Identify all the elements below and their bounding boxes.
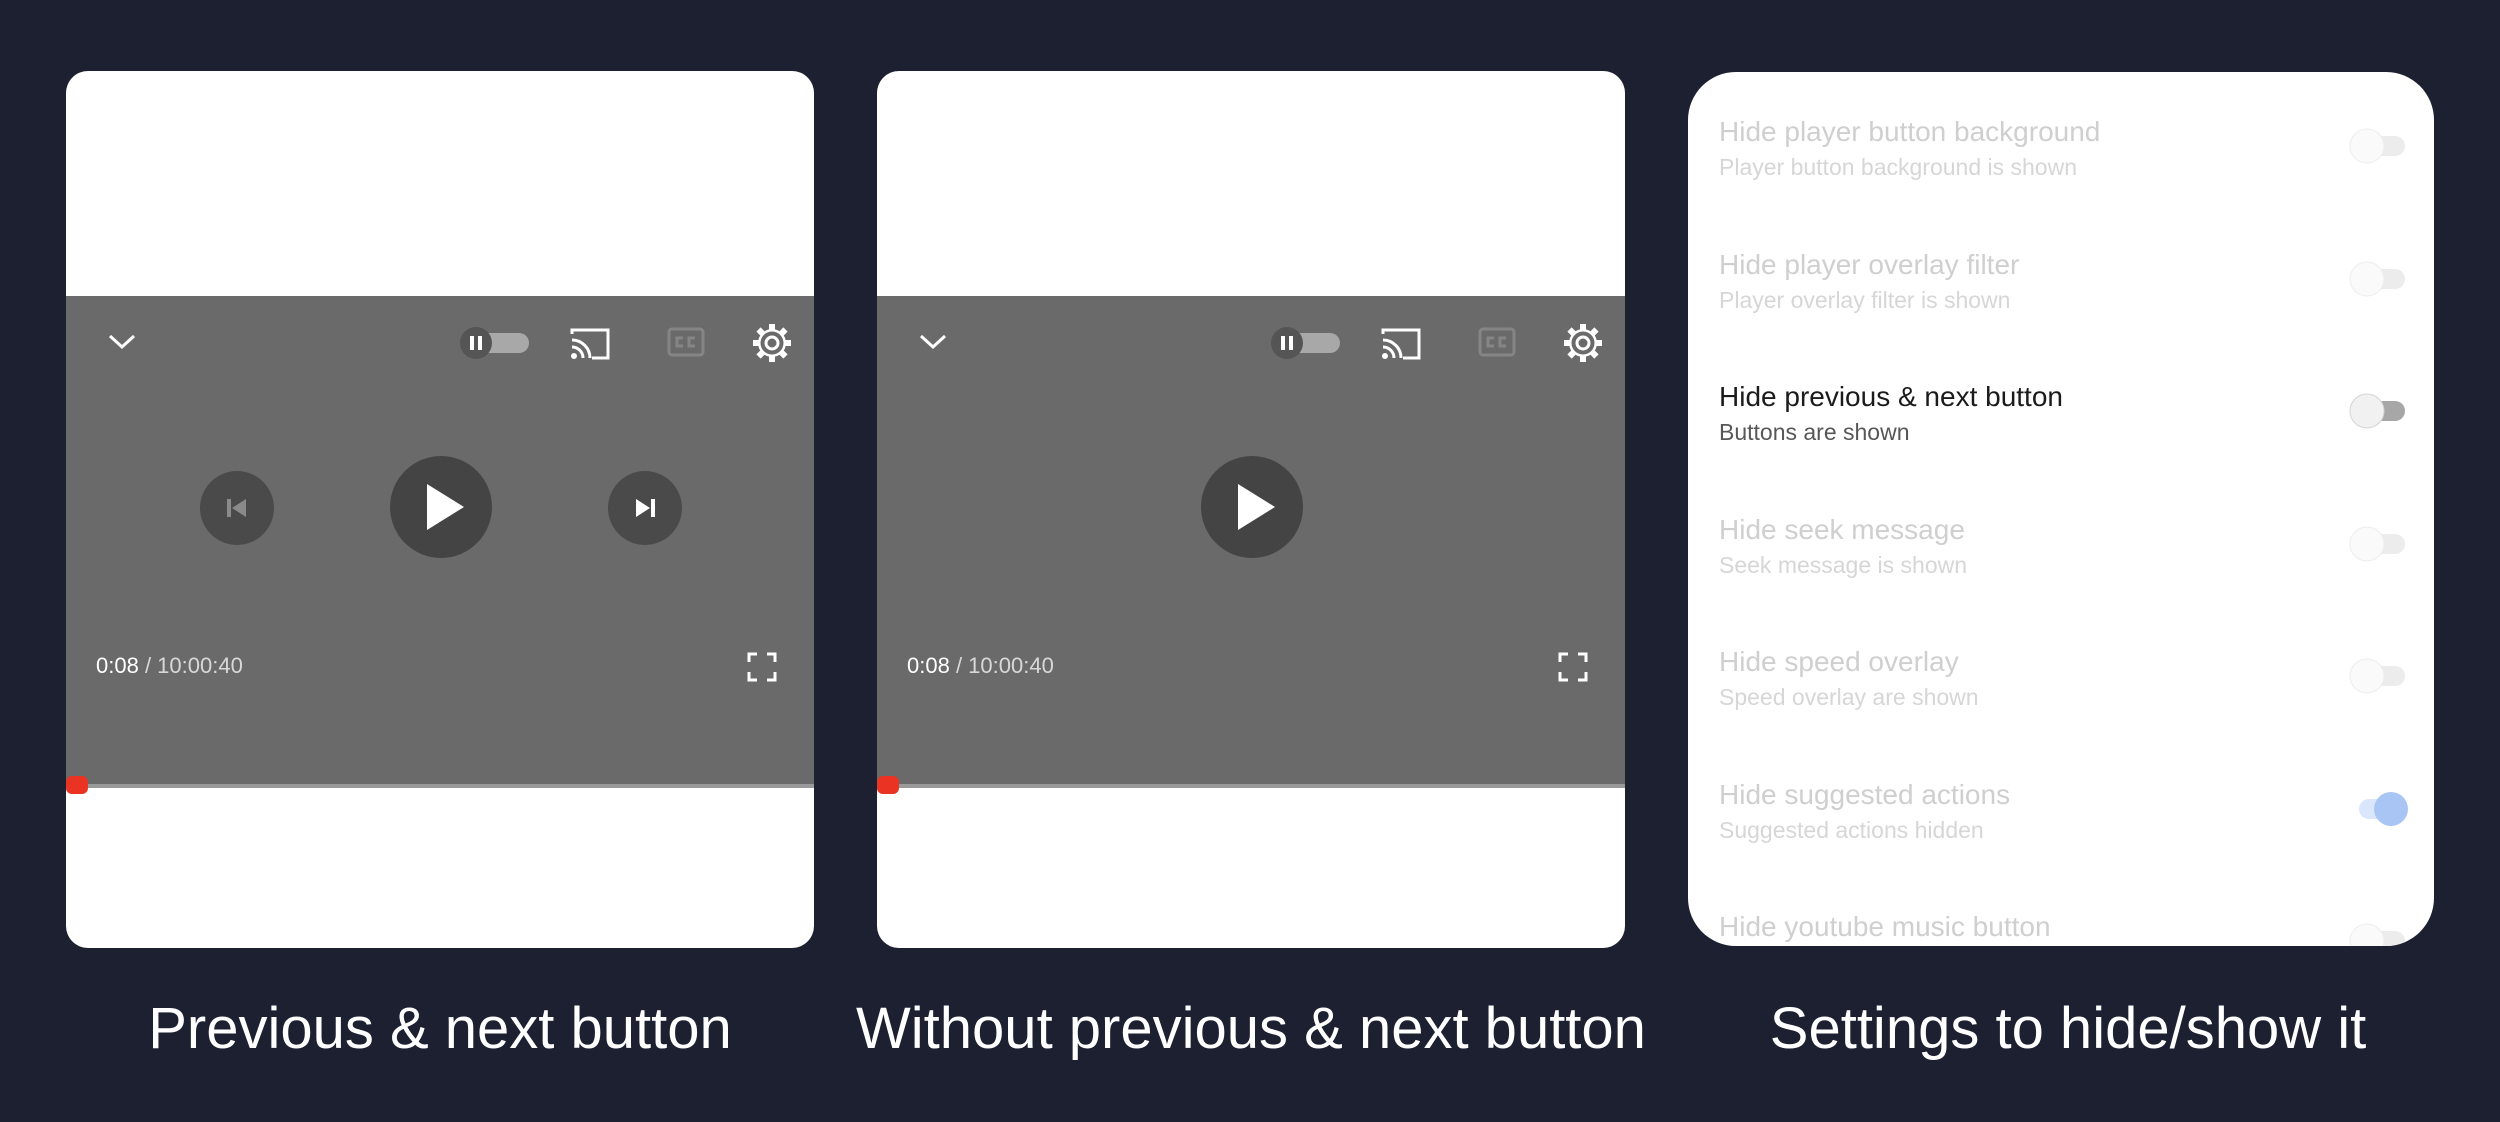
seek-scrubber[interactable] bbox=[877, 776, 899, 794]
gear-icon[interactable] bbox=[750, 321, 794, 365]
play-button[interactable] bbox=[1201, 456, 1303, 558]
chevron-down-icon[interactable] bbox=[913, 326, 953, 356]
player-screenshot-without-buttons: 0:08 / 10:00:40 bbox=[877, 71, 1625, 948]
autoplay-toggle-icon[interactable] bbox=[1270, 326, 1344, 360]
seek-bar[interactable] bbox=[877, 784, 1625, 788]
play-icon bbox=[1238, 484, 1275, 530]
toggle-switch[interactable] bbox=[2349, 791, 2409, 827]
setting-title: Hide speed overlay bbox=[1719, 646, 1959, 677]
play-icon bbox=[427, 484, 464, 530]
caption-with-buttons: Previous & next button bbox=[148, 996, 732, 1061]
fullscreen-icon[interactable] bbox=[1557, 651, 1589, 683]
setting-title: Hide youtube music button bbox=[1719, 911, 2051, 942]
setting-title: Hide suggested actions bbox=[1719, 778, 2011, 810]
current-time: 0:08 bbox=[96, 653, 139, 678]
seek-bar[interactable] bbox=[66, 784, 814, 788]
time-display: 0:08 / 10:00:40 bbox=[96, 653, 243, 679]
video-player[interactable]: 0:08 / 10:00:40 bbox=[877, 296, 1625, 794]
time-separator: / bbox=[949, 653, 969, 678]
setting-row[interactable]: Hide youtube music button bbox=[1719, 911, 2409, 946]
chevron-down-icon[interactable] bbox=[102, 326, 142, 356]
settings-panel: Hide player button background Player butt… bbox=[1688, 72, 2434, 946]
cast-icon[interactable] bbox=[568, 326, 612, 362]
setting-subtitle: Player button background is shown bbox=[1719, 154, 2077, 180]
next-button[interactable] bbox=[608, 471, 682, 545]
autoplay-toggle-icon[interactable] bbox=[459, 326, 533, 360]
setting-title: Hide player button background bbox=[1719, 116, 2101, 147]
play-button[interactable] bbox=[390, 456, 492, 558]
seek-scrubber[interactable] bbox=[66, 776, 88, 794]
setting-subtitle: Buttons are shown bbox=[1719, 419, 1910, 445]
setting-row[interactable]: Hide speed overlay Speed overlay are show… bbox=[1719, 646, 2409, 746]
player-screenshot-with-buttons: 0:08 / 10:00:40 bbox=[66, 71, 814, 948]
skip-previous-icon bbox=[227, 499, 246, 517]
setting-title: Hide previous & next button bbox=[1719, 381, 2063, 412]
setting-row[interactable]: Hide seek message Seek message is shown bbox=[1719, 514, 2409, 614]
setting-row[interactable]: Hide player overlay filter Player overlay… bbox=[1719, 249, 2409, 349]
current-time: 0:08 bbox=[907, 653, 950, 678]
duration: 10:00:40 bbox=[157, 653, 243, 678]
setting-row[interactable]: Hide player button background Player butt… bbox=[1719, 116, 2409, 216]
skip-next-icon bbox=[636, 499, 655, 517]
setting-subtitle: Seek message is shown bbox=[1719, 551, 1968, 578]
previous-button[interactable] bbox=[200, 471, 274, 545]
toggle-switch[interactable] bbox=[2349, 261, 2409, 297]
gear-icon[interactable] bbox=[1561, 321, 1605, 365]
setting-subtitle: Player overlay filter is shown bbox=[1719, 286, 2011, 313]
fullscreen-icon[interactable] bbox=[746, 651, 778, 683]
toggle-switch[interactable] bbox=[2349, 393, 2409, 429]
setting-title: Hide seek message bbox=[1719, 513, 1965, 545]
setting-title: Hide player overlay filter bbox=[1719, 248, 2020, 280]
caption-without-buttons: Without previous & next button bbox=[856, 996, 1646, 1061]
video-player[interactable]: 0:08 / 10:00:40 bbox=[66, 296, 814, 794]
caption-settings: Settings to hide/show it bbox=[1769, 996, 2367, 1061]
toggle-switch[interactable] bbox=[2349, 526, 2409, 562]
time-display: 0:08 / 10:00:40 bbox=[907, 653, 1054, 679]
setting-row[interactable]: Hide previous & next button Buttons are s… bbox=[1719, 381, 2409, 481]
captions-icon[interactable] bbox=[1477, 326, 1517, 358]
setting-row[interactable]: Hide suggested actions Suggested actions … bbox=[1719, 779, 2409, 879]
toggle-switch[interactable] bbox=[2349, 923, 2409, 946]
toggle-switch[interactable] bbox=[2349, 658, 2409, 694]
toggle-switch[interactable] bbox=[2349, 128, 2409, 164]
setting-subtitle: Speed overlay are shown bbox=[1719, 684, 1979, 710]
captions-icon[interactable] bbox=[666, 326, 706, 358]
time-separator: / bbox=[138, 653, 158, 678]
setting-subtitle: Suggested actions hidden bbox=[1719, 816, 1984, 843]
cast-icon[interactable] bbox=[1379, 326, 1423, 362]
duration: 10:00:40 bbox=[968, 653, 1054, 678]
